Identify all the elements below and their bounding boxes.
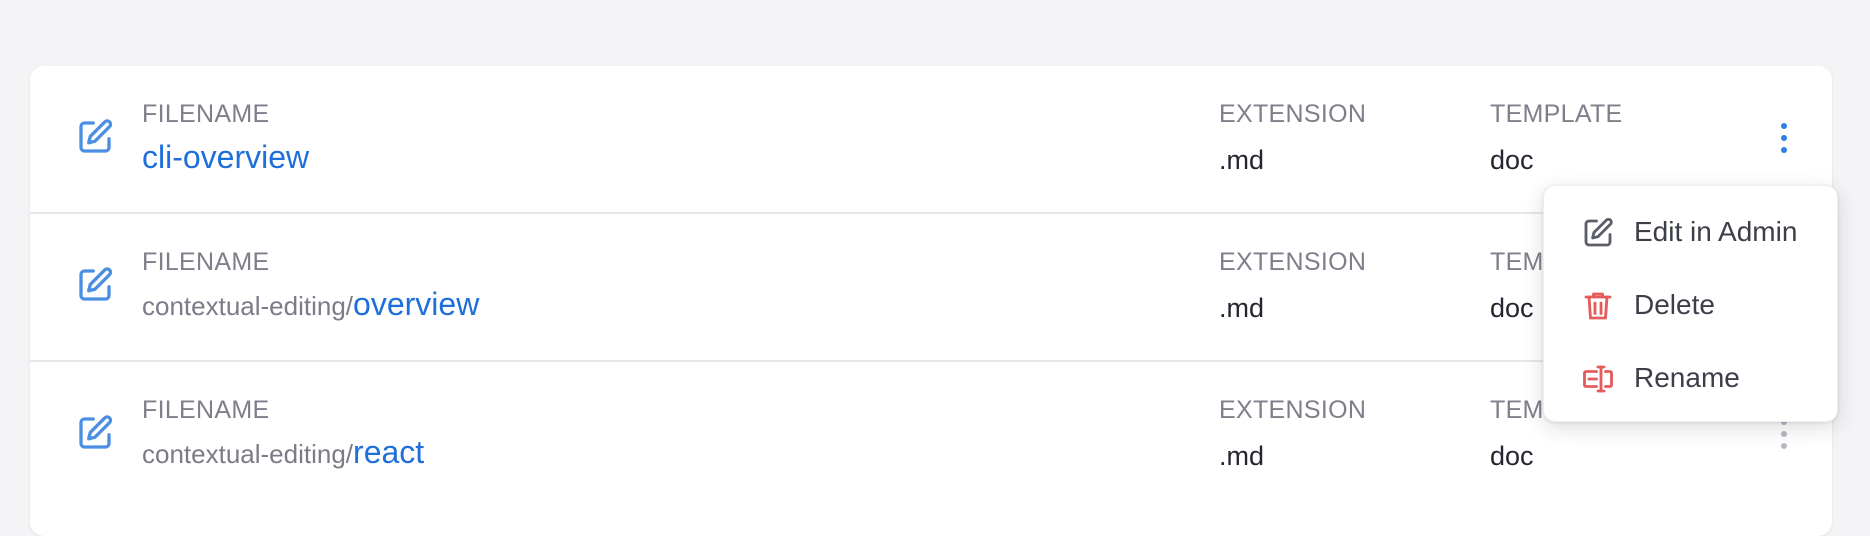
menu-item-label: Rename	[1634, 362, 1740, 393]
kebab-dot	[1781, 431, 1787, 437]
filename-value: contextual-editing/react	[142, 434, 424, 471]
rename-menu-item[interactable]: Rename	[1544, 349, 1837, 405]
filename-label: FILENAME	[142, 396, 270, 424]
extension-value: .md	[1219, 145, 1265, 175]
edit-document-icon[interactable]	[74, 264, 116, 306]
edit-icon	[1584, 217, 1613, 247]
filename-link[interactable]: overview	[353, 286, 479, 322]
row-actions-menu: Edit in Admin Delete Rename	[1543, 185, 1838, 422]
row-actions-button[interactable]	[1772, 114, 1796, 162]
filename-link[interactable]: cli-overview	[142, 139, 309, 175]
filename-folder: contextual-editing/	[142, 291, 354, 321]
filename-label: FILENAME	[142, 100, 270, 128]
kebab-dot	[1781, 443, 1787, 449]
extension-label: EXTENSION	[1219, 396, 1367, 424]
filename-label: FILENAME	[142, 248, 270, 276]
trash-icon	[1584, 292, 1612, 320]
edit-document-icon[interactable]	[74, 412, 116, 454]
extension-label: EXTENSION	[1219, 248, 1367, 276]
kebab-dot	[1781, 123, 1787, 129]
filename-folder: contextual-editing/	[142, 439, 354, 469]
edit-in-admin-menu-item[interactable]: Edit in Admin	[1544, 203, 1837, 259]
filename-link[interactable]: react	[353, 434, 424, 470]
menu-item-label: Edit in Admin	[1634, 216, 1798, 247]
edit-document-icon[interactable]	[74, 116, 116, 158]
extension-value: .md	[1219, 441, 1265, 471]
kebab-dot	[1781, 135, 1787, 141]
rename-icon	[1583, 365, 1613, 393]
template-value: doc	[1490, 145, 1534, 175]
kebab-dot	[1781, 147, 1787, 153]
filename-value: contextual-editing/overview	[142, 286, 479, 323]
filename-value: cli-overview	[142, 139, 309, 176]
template-label: TEMPLATE	[1490, 100, 1623, 128]
extension-value: .md	[1219, 293, 1265, 323]
extension-label: EXTENSION	[1219, 100, 1367, 128]
template-value: doc	[1490, 441, 1534, 471]
template-value: doc	[1490, 293, 1534, 323]
menu-item-label: Delete	[1634, 289, 1715, 320]
delete-menu-item[interactable]: Delete	[1544, 276, 1837, 332]
